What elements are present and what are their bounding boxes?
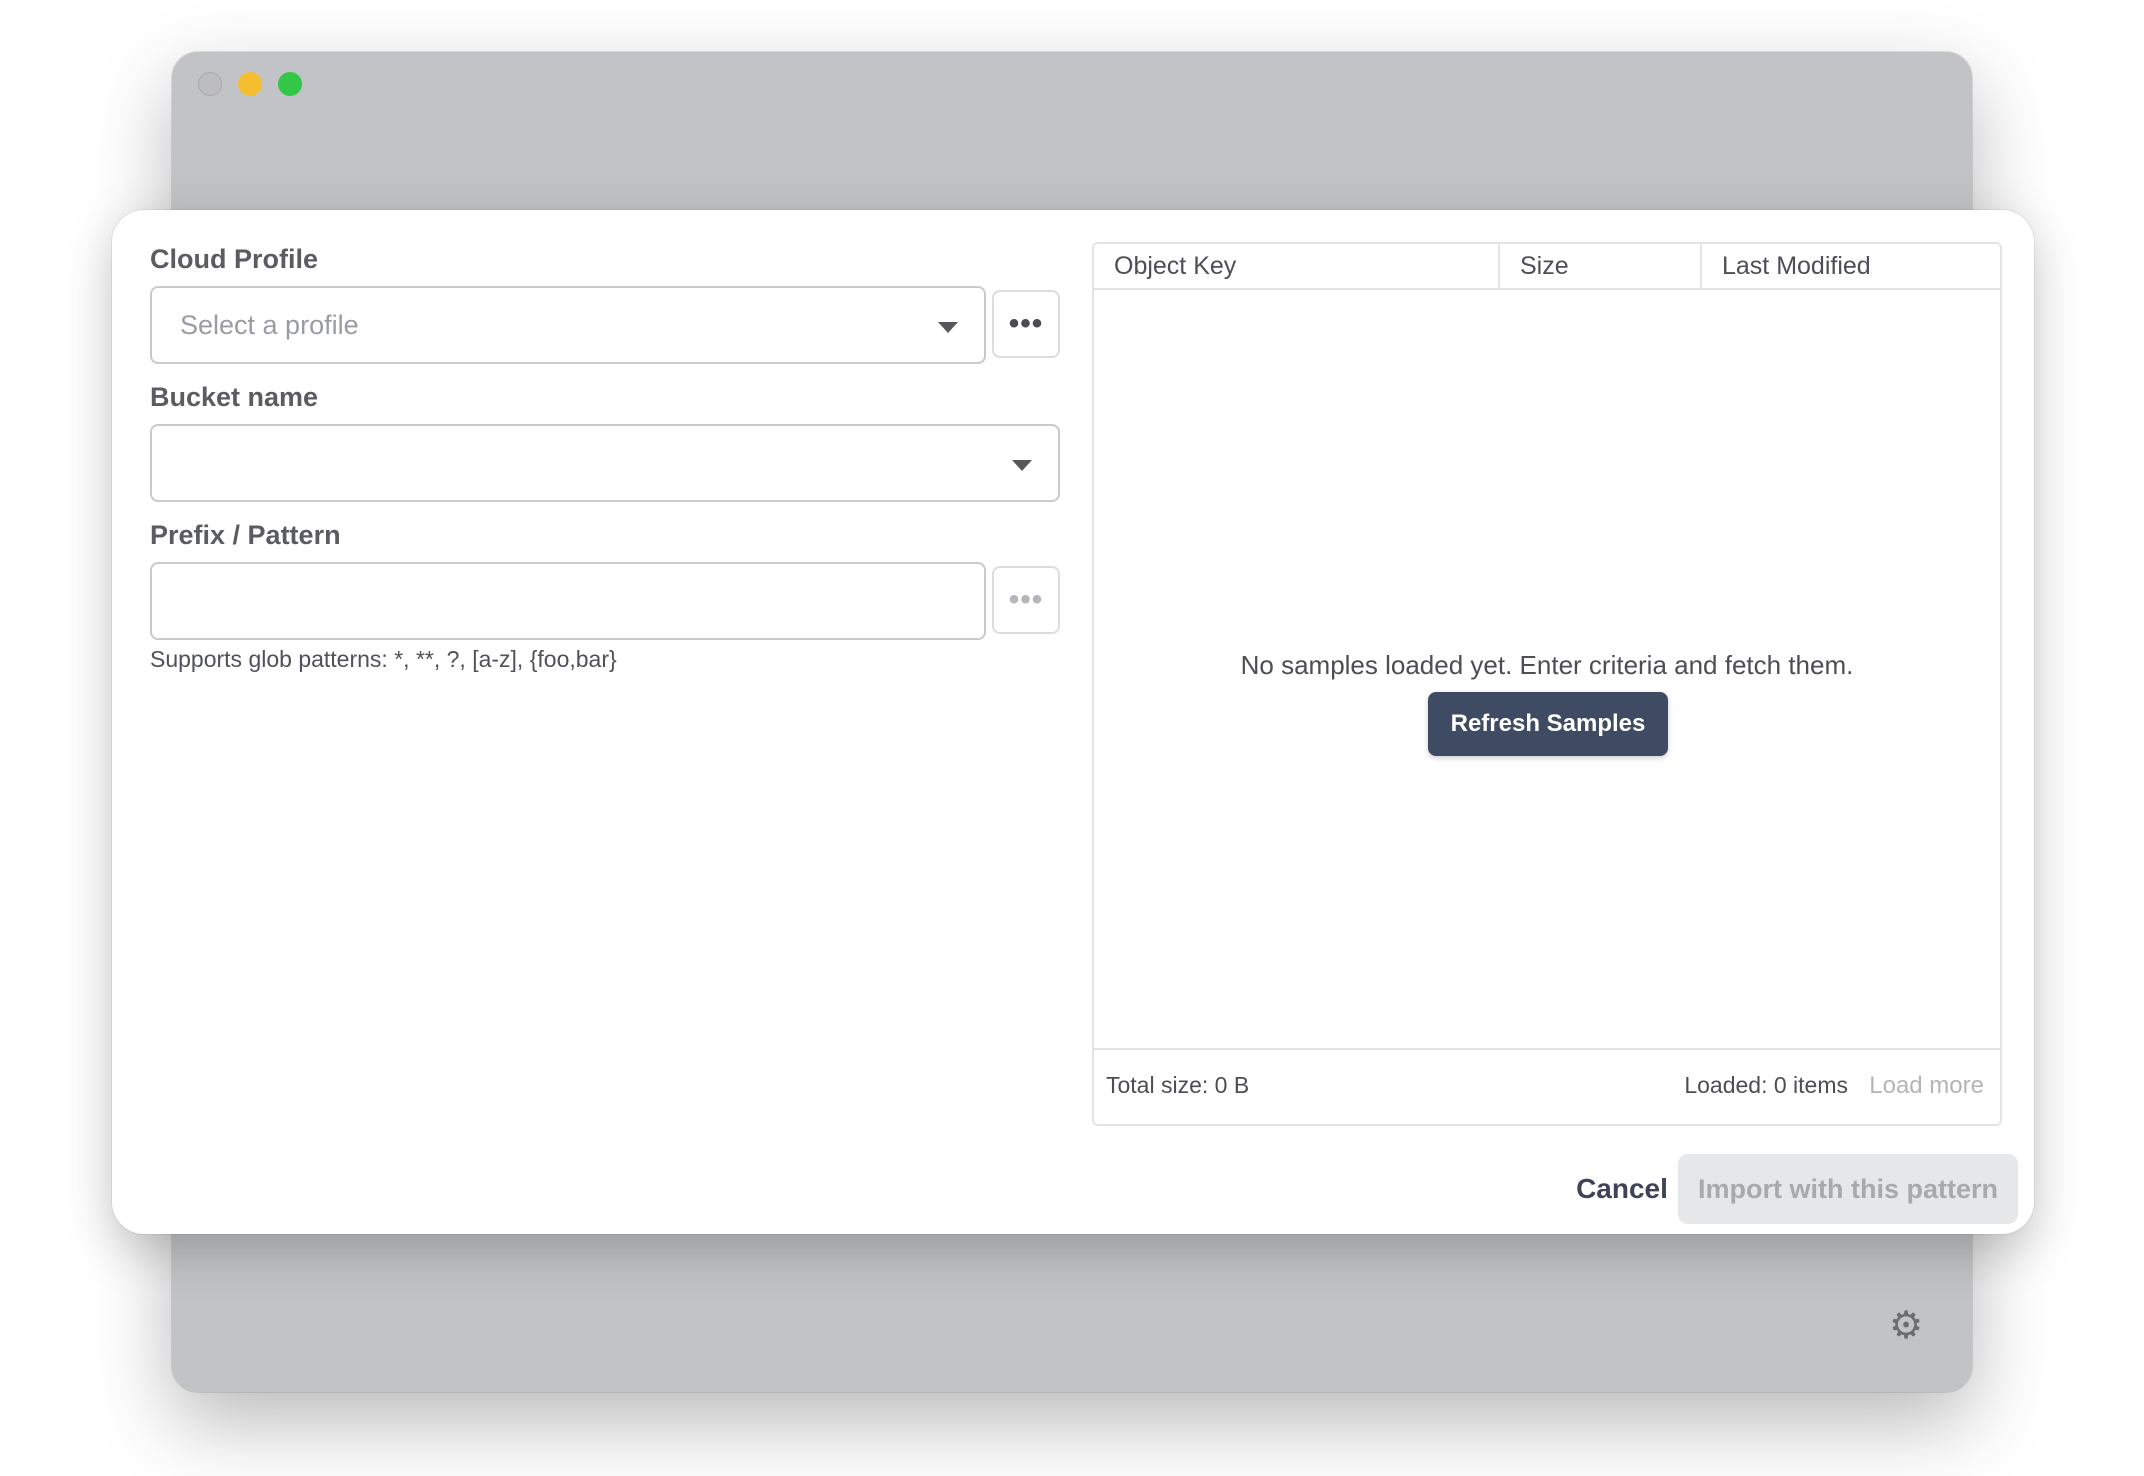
window-controls xyxy=(198,72,302,96)
close-window-button[interactable] xyxy=(198,72,222,96)
table-header: Object Key Size Last Modified xyxy=(1094,244,2000,290)
minimize-window-button[interactable] xyxy=(238,72,262,96)
cloud-profile-select[interactable]: Select a profile xyxy=(150,286,986,364)
maximize-window-button[interactable] xyxy=(278,72,302,96)
chevron-down-icon xyxy=(1012,460,1032,471)
glob-hint: Supports glob patterns: *, **, ?, [a-z],… xyxy=(150,646,617,672)
cloud-profile-placeholder: Select a profile xyxy=(180,309,359,340)
total-size: Total size: 0 B xyxy=(1106,1072,1250,1098)
load-more-link[interactable]: Load more xyxy=(1869,1072,1984,1100)
bucket-name-select[interactable] xyxy=(150,424,1060,502)
cloud-profile-label: Cloud Profile xyxy=(150,244,318,274)
import-dialog: Cloud Profile Select a profile ••• Bucke… xyxy=(112,210,2034,1234)
refresh-samples-button[interactable]: Refresh Samples xyxy=(1428,692,1668,756)
loaded-count: Loaded: 0 items xyxy=(1684,1072,1848,1098)
prefix-pattern-input[interactable] xyxy=(150,562,986,640)
column-size[interactable]: Size xyxy=(1500,244,1702,288)
column-object-key[interactable]: Object Key xyxy=(1094,244,1500,288)
samples-panel: Object Key Size Last Modified No samples… xyxy=(1092,242,2002,1126)
gear-icon[interactable]: ⚙ xyxy=(1888,1307,1924,1345)
samples-footer: Total size: 0 B Loaded: 0 items Load mor… xyxy=(1094,1048,2000,1124)
prefix-pattern-label: Prefix / Pattern xyxy=(150,520,341,550)
empty-state-message: No samples loaded yet. Enter criteria an… xyxy=(1240,650,1854,680)
chevron-down-icon xyxy=(938,322,958,333)
import-button[interactable]: Import with this pattern xyxy=(1678,1154,2018,1224)
profile-more-button[interactable]: ••• xyxy=(992,290,1060,358)
column-last-modified[interactable]: Last Modified xyxy=(1702,244,2000,288)
bucket-name-label: Bucket name xyxy=(150,382,319,412)
pattern-more-button[interactable]: ••• xyxy=(992,566,1060,634)
